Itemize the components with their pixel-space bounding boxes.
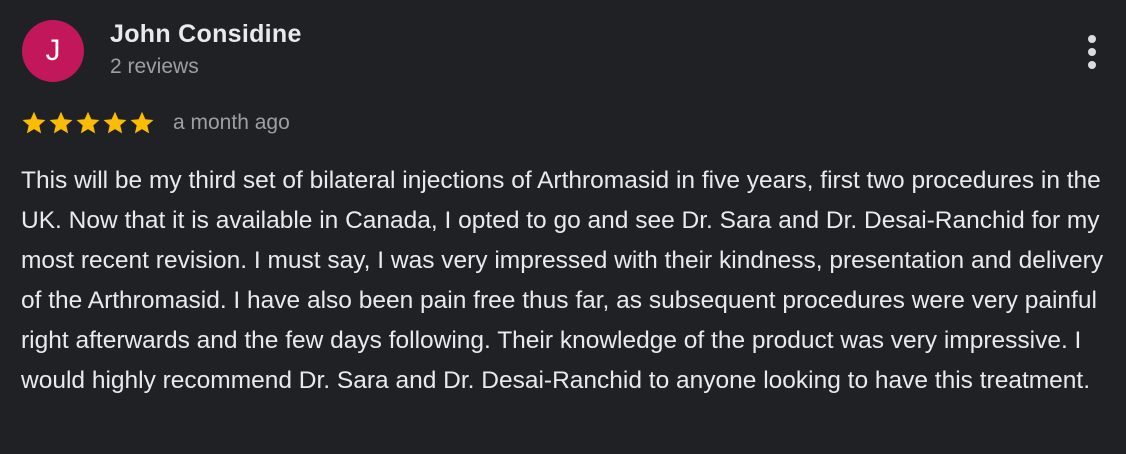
- star-icon: [49, 111, 73, 134]
- review-count: 2 reviews: [110, 55, 199, 78]
- star-icon: [22, 111, 46, 134]
- more-options-button[interactable]: [1072, 30, 1112, 74]
- avatar[interactable]: J: [22, 20, 84, 82]
- star-icon: [103, 111, 127, 134]
- more-vert-icon-dot: [1088, 48, 1096, 56]
- review-text: This will be my third set of bilateral i…: [21, 167, 1104, 394]
- rating-row: a month ago: [21, 108, 290, 138]
- more-vert-icon: [1088, 35, 1096, 43]
- reviewer-name[interactable]: John Considine: [110, 20, 302, 49]
- star-icon: [76, 111, 100, 134]
- more-vert-icon-dot: [1088, 61, 1096, 69]
- star-rating: [21, 110, 155, 136]
- star-icon: [130, 111, 154, 134]
- review-time: a month ago: [173, 111, 290, 134]
